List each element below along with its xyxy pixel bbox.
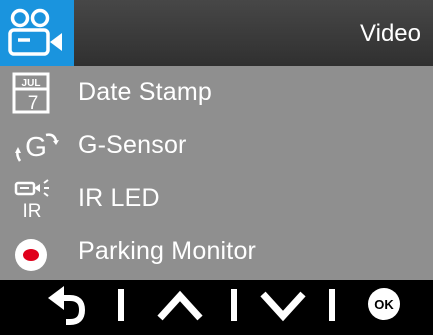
ok-button[interactable]: OK xyxy=(364,280,404,330)
ir-label: IR xyxy=(23,201,42,222)
control-bar: OK xyxy=(0,280,433,330)
camera-screen: Video JUL 7 Date Stamp G G-Sensor IR IR … xyxy=(0,0,433,330)
g-sensor-letter: G xyxy=(25,131,47,162)
menu-item-label: G-Sensor xyxy=(78,131,187,159)
calendar-month: JUL xyxy=(22,78,41,89)
menu-item-label: IR LED xyxy=(78,184,160,212)
settings-menu: JUL 7 Date Stamp G G-Sensor IR IR LED Pa… xyxy=(0,66,433,280)
menu-item-parking-monitor[interactable]: Parking Monitor xyxy=(0,225,433,277)
menu-item-label: Date Stamp xyxy=(78,78,213,106)
page-title: Video xyxy=(360,20,421,47)
video-settings-icon xyxy=(0,0,74,66)
header-bar: Video xyxy=(0,0,433,66)
calendar-icon: JUL 7 xyxy=(10,70,66,116)
menu-item-date-stamp[interactable]: JUL 7 Date Stamp xyxy=(0,66,433,118)
chevron-up-icon xyxy=(157,290,203,321)
g-sensor-icon: G xyxy=(10,123,66,169)
ok-icon: OK xyxy=(368,288,400,320)
record-icon xyxy=(10,229,66,275)
back-button[interactable] xyxy=(44,280,92,330)
ir-led-icon: IR xyxy=(10,176,66,222)
calendar-day: 7 xyxy=(28,93,39,114)
ok-label: OK xyxy=(374,297,394,312)
separator xyxy=(231,289,237,321)
up-button[interactable] xyxy=(152,280,208,330)
menu-item-g-sensor[interactable]: G G-Sensor xyxy=(0,119,433,171)
menu-item-label: Parking Monitor xyxy=(78,237,257,265)
down-button[interactable] xyxy=(255,280,311,330)
separator xyxy=(118,289,124,321)
menu-item-ir-led[interactable]: IR IR LED xyxy=(0,172,433,224)
chevron-down-icon xyxy=(260,291,306,322)
separator xyxy=(329,289,335,321)
back-arrow-icon xyxy=(48,286,86,325)
